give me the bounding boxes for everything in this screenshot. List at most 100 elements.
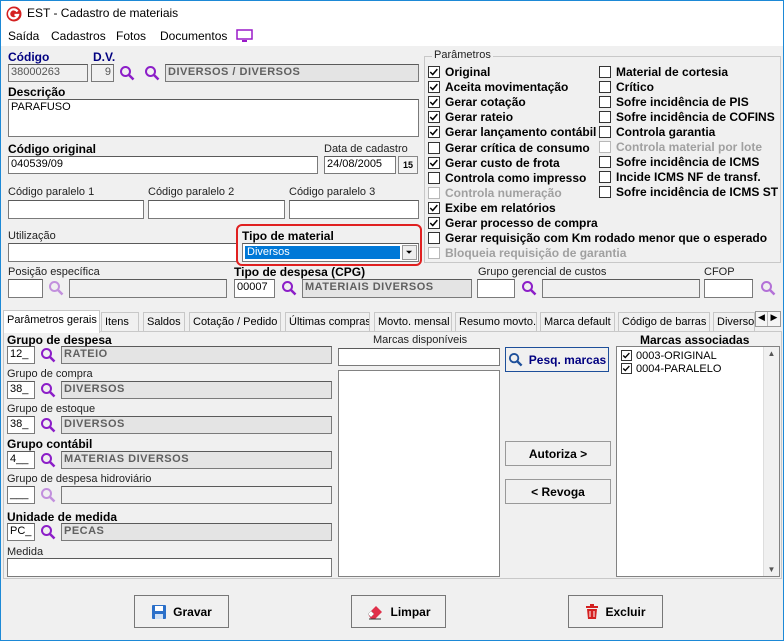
search-codigo-icon[interactable]: [119, 65, 135, 81]
param-checkbox-item[interactable]: Controla numeração: [428, 186, 562, 200]
cfop-field[interactable]: [704, 279, 753, 298]
checkbox-unchecked-icon[interactable]: [599, 171, 611, 183]
param-checkbox-item[interactable]: Bloqueia requisição de garantia: [428, 246, 626, 260]
param-checkbox-item[interactable]: Controla como impresso: [428, 171, 586, 185]
marcas-associadas-list[interactable]: 0003-ORIGINAL 0004-PARALELO ▲ ▼: [616, 346, 780, 577]
marcas-search-field[interactable]: [338, 348, 500, 366]
param-checkbox-item[interactable]: Gerar crítica de consumo: [428, 141, 590, 155]
tab-diversos[interactable]: Diversos: [713, 312, 755, 332]
tab-movto-mensal[interactable]: Movto. mensal: [374, 312, 452, 332]
param-checkbox-item[interactable]: Sofre incidência de PIS: [599, 95, 749, 109]
pesq-marcas-button[interactable]: Pesq. marcas: [505, 347, 609, 372]
param-checkbox-item[interactable]: Exibe em relatórios: [428, 201, 556, 215]
checkbox[interactable]: [621, 350, 632, 361]
search-cfop-icon[interactable]: [760, 280, 776, 296]
cod-original-field[interactable]: 040539/09: [8, 156, 318, 174]
unidade-code[interactable]: PC_: [7, 523, 35, 541]
param-checkbox-item[interactable]: Gerar rateio: [428, 110, 513, 124]
search-grupo-gerencial-icon[interactable]: [521, 280, 537, 296]
marcas-disponiveis-list[interactable]: [338, 370, 500, 577]
checkbox-unchecked-icon[interactable]: [599, 66, 611, 78]
calendar-button[interactable]: 15: [398, 156, 418, 174]
checkbox-unchecked-icon[interactable]: [428, 186, 440, 199]
checkbox-unchecked-icon[interactable]: [599, 186, 611, 198]
param-checkbox-item[interactable]: Gerar requisição com Km rodado menor que…: [428, 231, 767, 245]
checkbox-unchecked-icon[interactable]: [599, 156, 611, 168]
checkbox-unchecked-icon[interactable]: [428, 171, 440, 184]
tab-ultimas-compras[interactable]: Últimas compras: [285, 312, 370, 332]
param-checkbox-item[interactable]: Gerar lançamento contábil: [428, 125, 596, 139]
checkbox-unchecked-icon[interactable]: [428, 232, 440, 245]
checkbox-checked-icon[interactable]: [428, 111, 440, 124]
search-grupo-despesa-icon[interactable]: [40, 347, 56, 363]
data-cadastro-field[interactable]: 24/08/2005: [324, 156, 396, 174]
checkbox-checked-icon[interactable]: [428, 201, 440, 214]
dropdown-arrow-icon[interactable]: [402, 245, 417, 260]
checkbox-unchecked-icon[interactable]: [428, 141, 440, 154]
codigo-field[interactable]: 38000263: [8, 64, 88, 82]
search-grupo-icon[interactable]: [144, 65, 160, 81]
param-checkbox-item[interactable]: Gerar processo de compra: [428, 216, 598, 230]
checkbox-unchecked-icon[interactable]: [599, 96, 611, 108]
checkbox-checked-icon[interactable]: [428, 96, 440, 109]
param-checkbox-item[interactable]: Sofre incidência de ICMS ST: [599, 185, 778, 199]
search-grupo-hidro-icon[interactable]: [40, 487, 56, 503]
limpar-button[interactable]: Limpar: [351, 595, 446, 628]
checkbox[interactable]: [621, 363, 632, 374]
tab-scroll-right-icon[interactable]: ▶: [768, 312, 780, 326]
tab-resumo-movto[interactable]: Resumo movto.: [455, 312, 537, 332]
dv-field[interactable]: 9: [91, 64, 114, 82]
checkbox-unchecked-icon[interactable]: [599, 141, 611, 153]
param-checkbox-item[interactable]: Material de cortesia: [599, 65, 728, 79]
param-checkbox-item[interactable]: Aceita movimentação: [428, 80, 568, 94]
scroll-down-icon[interactable]: ▼: [764, 565, 779, 574]
checkbox-unchecked-icon[interactable]: [599, 81, 611, 93]
menu-saida[interactable]: Saída: [8, 29, 39, 43]
scroll-up-icon[interactable]: ▲: [764, 349, 779, 358]
param-checkbox-item[interactable]: Crítico: [599, 80, 654, 94]
param-checkbox-item[interactable]: Controla material por lote: [599, 140, 762, 154]
monitor-icon[interactable]: [236, 29, 253, 43]
cod-paralelo3-field[interactable]: [289, 200, 419, 219]
tab-saldos[interactable]: Saldos: [143, 312, 185, 332]
tab-marca-default[interactable]: Marca default: [540, 312, 615, 332]
menu-cadastros[interactable]: Cadastros: [51, 29, 106, 43]
tab-cotacao-pedido[interactable]: Cotação / Pedido: [189, 312, 281, 332]
grupo-estoque-code[interactable]: 38_: [7, 416, 35, 434]
grupo-hidro-code[interactable]: ___: [7, 486, 35, 504]
param-checkbox-item[interactable]: Incide ICMS NF de transf.: [599, 170, 761, 184]
param-checkbox-item[interactable]: Gerar custo de frota: [428, 156, 560, 170]
menu-fotos[interactable]: Fotos: [116, 29, 146, 43]
checkbox-unchecked-icon[interactable]: [599, 126, 611, 138]
autoriza-button[interactable]: Autoriza >: [505, 441, 611, 466]
tipo-despesa-code[interactable]: 00007: [234, 279, 275, 298]
grupo-compra-code[interactable]: 38_: [7, 381, 35, 399]
cod-paralelo2-field[interactable]: [148, 200, 285, 219]
checkbox-checked-icon[interactable]: [428, 126, 440, 139]
grupo-gerencial-code[interactable]: [477, 279, 515, 298]
param-checkbox-item[interactable]: Controla garantia: [599, 125, 715, 139]
scrollbar[interactable]: ▲ ▼: [763, 347, 779, 576]
grupo-despesa-code[interactable]: 12_: [7, 346, 35, 364]
marca-item-original[interactable]: 0003-ORIGINAL: [621, 349, 717, 363]
tab-codigo-barras[interactable]: Código de barras: [618, 312, 710, 332]
descricao-field[interactable]: PARAFUSO: [8, 99, 419, 137]
cod-paralelo1-field[interactable]: [8, 200, 144, 219]
tipo-material-select[interactable]: Diversos: [242, 243, 419, 262]
checkbox-checked-icon[interactable]: [428, 156, 440, 169]
checkbox-unchecked-icon[interactable]: [428, 247, 440, 260]
revoga-button[interactable]: < Revoga: [505, 479, 611, 504]
search-grupo-contabil-icon[interactable]: [40, 452, 56, 468]
grupo-contabil-code[interactable]: 4__: [7, 451, 35, 469]
posicao-field[interactable]: [8, 279, 43, 298]
search-posicao-icon[interactable]: [48, 280, 64, 296]
param-checkbox-item[interactable]: Sofre incidência de ICMS: [599, 155, 759, 169]
search-grupo-estoque-icon[interactable]: [40, 417, 56, 433]
menu-documentos[interactable]: Documentos: [160, 29, 227, 43]
marca-item-paralelo[interactable]: 0004-PARALELO: [621, 362, 721, 376]
utilizacao-field[interactable]: [8, 243, 238, 262]
gravar-button[interactable]: Gravar: [134, 595, 229, 628]
tab-parametros-gerais[interactable]: Parâmetros gerais: [3, 310, 100, 333]
checkbox-unchecked-icon[interactable]: [599, 111, 611, 123]
param-checkbox-item[interactable]: Original: [428, 65, 490, 79]
